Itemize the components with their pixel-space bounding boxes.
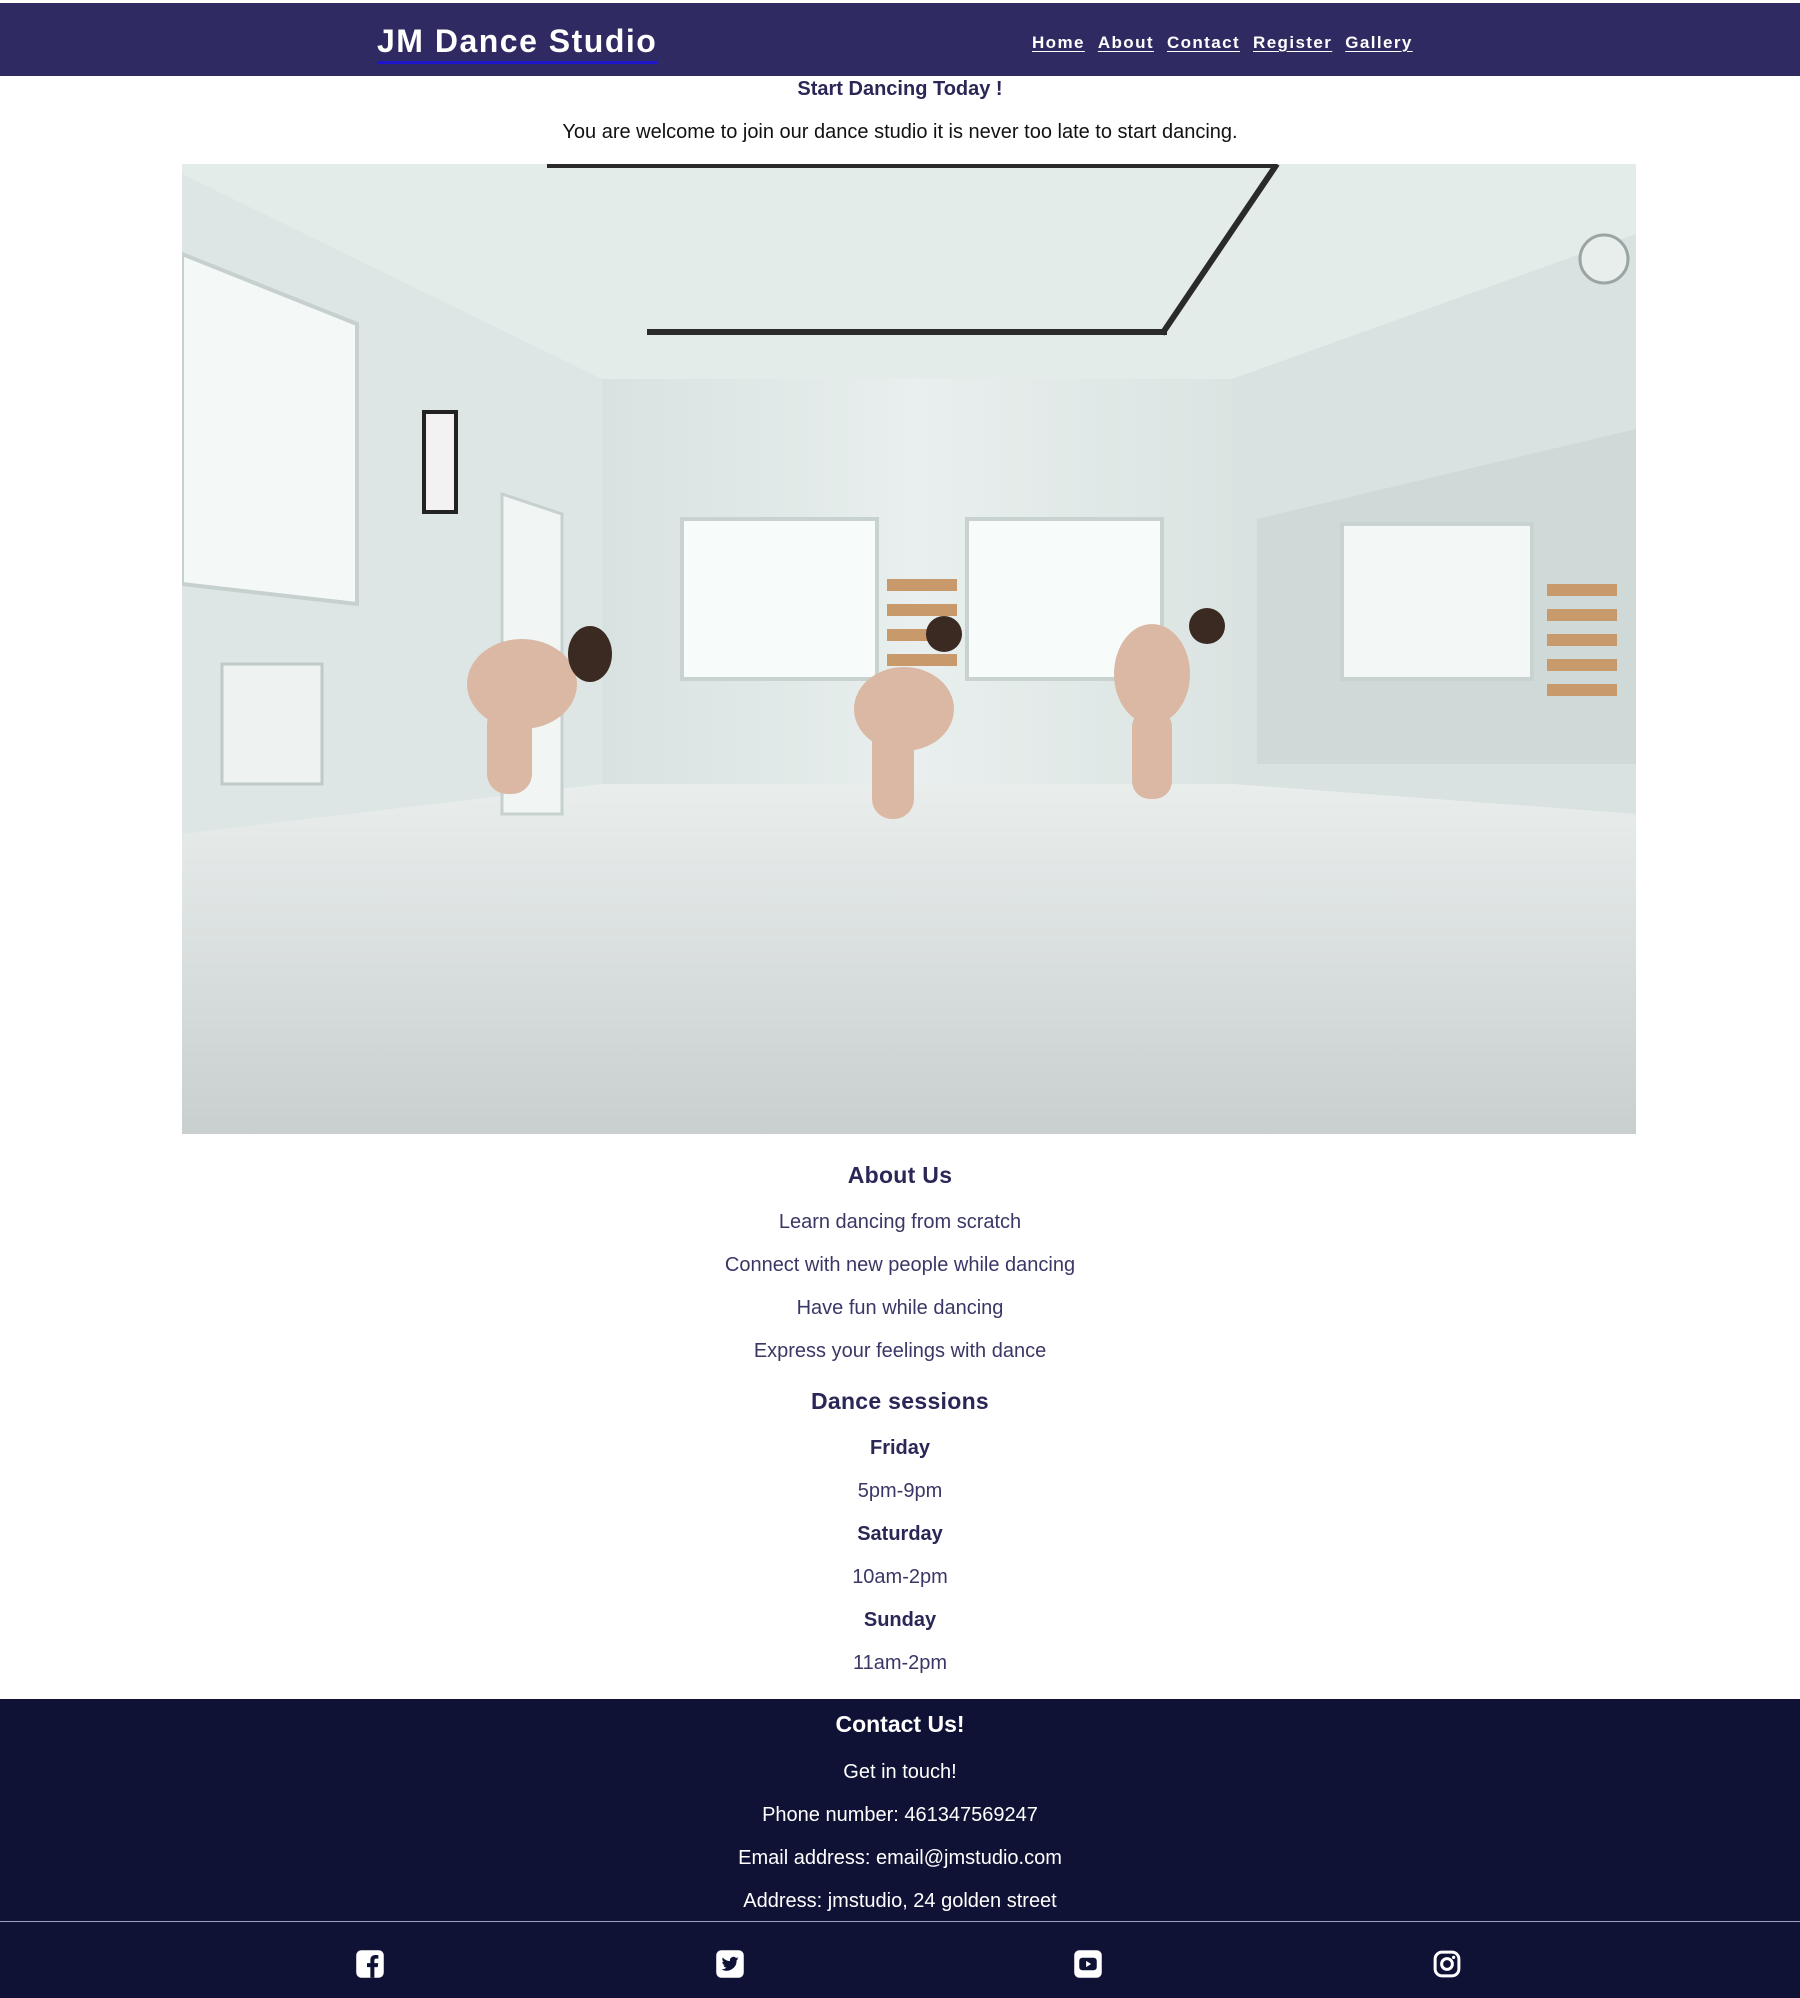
twitter-icon[interactable] [715,1949,745,1979]
session-time: 5pm-9pm [857,1480,943,1502]
contact-line: Get in touch! [843,1761,957,1783]
nav-home-link[interactable]: Home [1032,31,1085,55]
about-item: Express your feelings with dance [753,1340,1047,1362]
nav-about-link[interactable]: About [1098,31,1154,55]
session-day: Friday [869,1437,931,1459]
nav-gallery-link[interactable]: Gallery [1345,31,1412,55]
session-day: Sunday [863,1609,937,1631]
brand-logo-link[interactable]: JM Dance Studio [377,21,658,64]
session-day: Saturday [857,1523,943,1545]
hero-studio-photo [182,164,1636,1134]
contact-title: Contact Us! [835,1711,965,1737]
about-item: Have fun while dancing [796,1297,1004,1319]
about-title: About Us [847,1162,953,1188]
contact-address: Address: jmstudio, 24 golden street [743,1890,1057,1912]
intro-text: You are welcome to join our dance studio… [562,121,1238,143]
site-header: JM Dance Studio Home About Contact Regis… [0,3,1800,76]
main-nav: Home About Contact Register Gallery [1032,31,1413,55]
contact-email: Email address: email@jmstudio.com [738,1847,1062,1869]
sessions-title: Dance sessions [810,1388,990,1414]
site-footer: Contact Us! Get in touch! Phone number: … [0,1699,1800,1998]
nav-register-link[interactable]: Register [1253,31,1332,55]
session-time: 11am-2pm [852,1652,948,1674]
session-time: 10am-2pm [852,1566,948,1588]
nav-contact-link[interactable]: Contact [1167,31,1240,55]
about-item: Learn dancing from scratch [778,1211,1022,1233]
instagram-icon[interactable] [1432,1949,1462,1979]
studio-illustration [182,164,1636,1134]
footer-divider [0,1921,1800,1922]
intro-title: Start Dancing Today ! [797,78,1003,100]
youtube-icon[interactable] [1073,1949,1103,1979]
facebook-icon[interactable] [355,1949,385,1979]
about-item: Connect with new people while dancing [724,1254,1076,1276]
contact-phone: Phone number: 461347569247 [762,1804,1038,1826]
